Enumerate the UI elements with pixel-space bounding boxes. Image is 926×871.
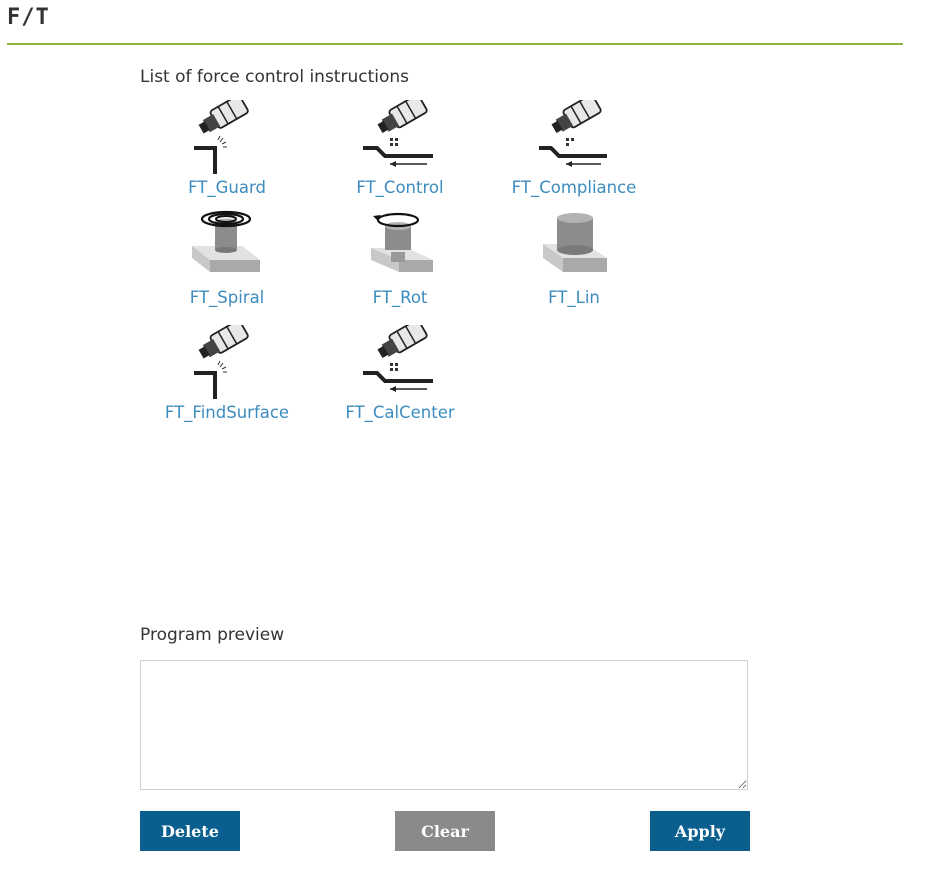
instruction-ft-guard[interactable]: FT_Guard xyxy=(137,100,317,197)
instruction-label: FT_Guard xyxy=(188,178,266,197)
page-title: F/T xyxy=(7,5,50,30)
instruction-label: FT_CalCenter xyxy=(345,403,455,422)
robot-cal-center-icon xyxy=(363,325,433,392)
instruction-label: FT_Compliance xyxy=(511,178,637,197)
instruction-ft-control[interactable]: FT_Control xyxy=(310,100,490,197)
apply-button[interactable]: Apply xyxy=(650,811,750,851)
instruction-label: FT_Lin xyxy=(548,288,600,307)
clear-button[interactable]: Clear xyxy=(395,811,495,851)
program-preview-label: Program preview xyxy=(140,625,285,645)
instruction-label: FT_Control xyxy=(356,178,444,197)
rotate-insert-icon xyxy=(371,212,433,272)
instruction-ft-lin[interactable]: FT_Lin xyxy=(484,210,664,307)
instructions-label: List of force control instructions xyxy=(140,67,410,87)
instruction-ft-rot[interactable]: FT_Rot xyxy=(310,210,490,307)
robot-find-surface-icon xyxy=(194,325,249,399)
robot-control-icon xyxy=(363,100,433,167)
robot-guard-icon xyxy=(194,100,249,174)
robot-compliance-icon xyxy=(539,100,607,167)
instruction-ft-find-surface[interactable]: FT_FindSurface xyxy=(137,325,317,422)
program-preview-textarea[interactable] xyxy=(140,660,748,790)
instruction-ft-compliance[interactable]: FT_Compliance xyxy=(484,100,664,197)
instruction-label: FT_FindSurface xyxy=(164,403,290,422)
instruction-label: FT_Spiral xyxy=(189,288,265,307)
delete-button[interactable]: Delete xyxy=(140,811,240,851)
instruction-label: FT_Rot xyxy=(372,288,428,307)
spiral-insert-icon xyxy=(192,210,260,272)
linear-insert-icon xyxy=(543,213,607,272)
instruction-ft-spiral[interactable]: FT_Spiral xyxy=(137,210,317,307)
instruction-ft-cal-center[interactable]: FT_CalCenter xyxy=(310,325,490,422)
title-divider xyxy=(7,43,903,45)
